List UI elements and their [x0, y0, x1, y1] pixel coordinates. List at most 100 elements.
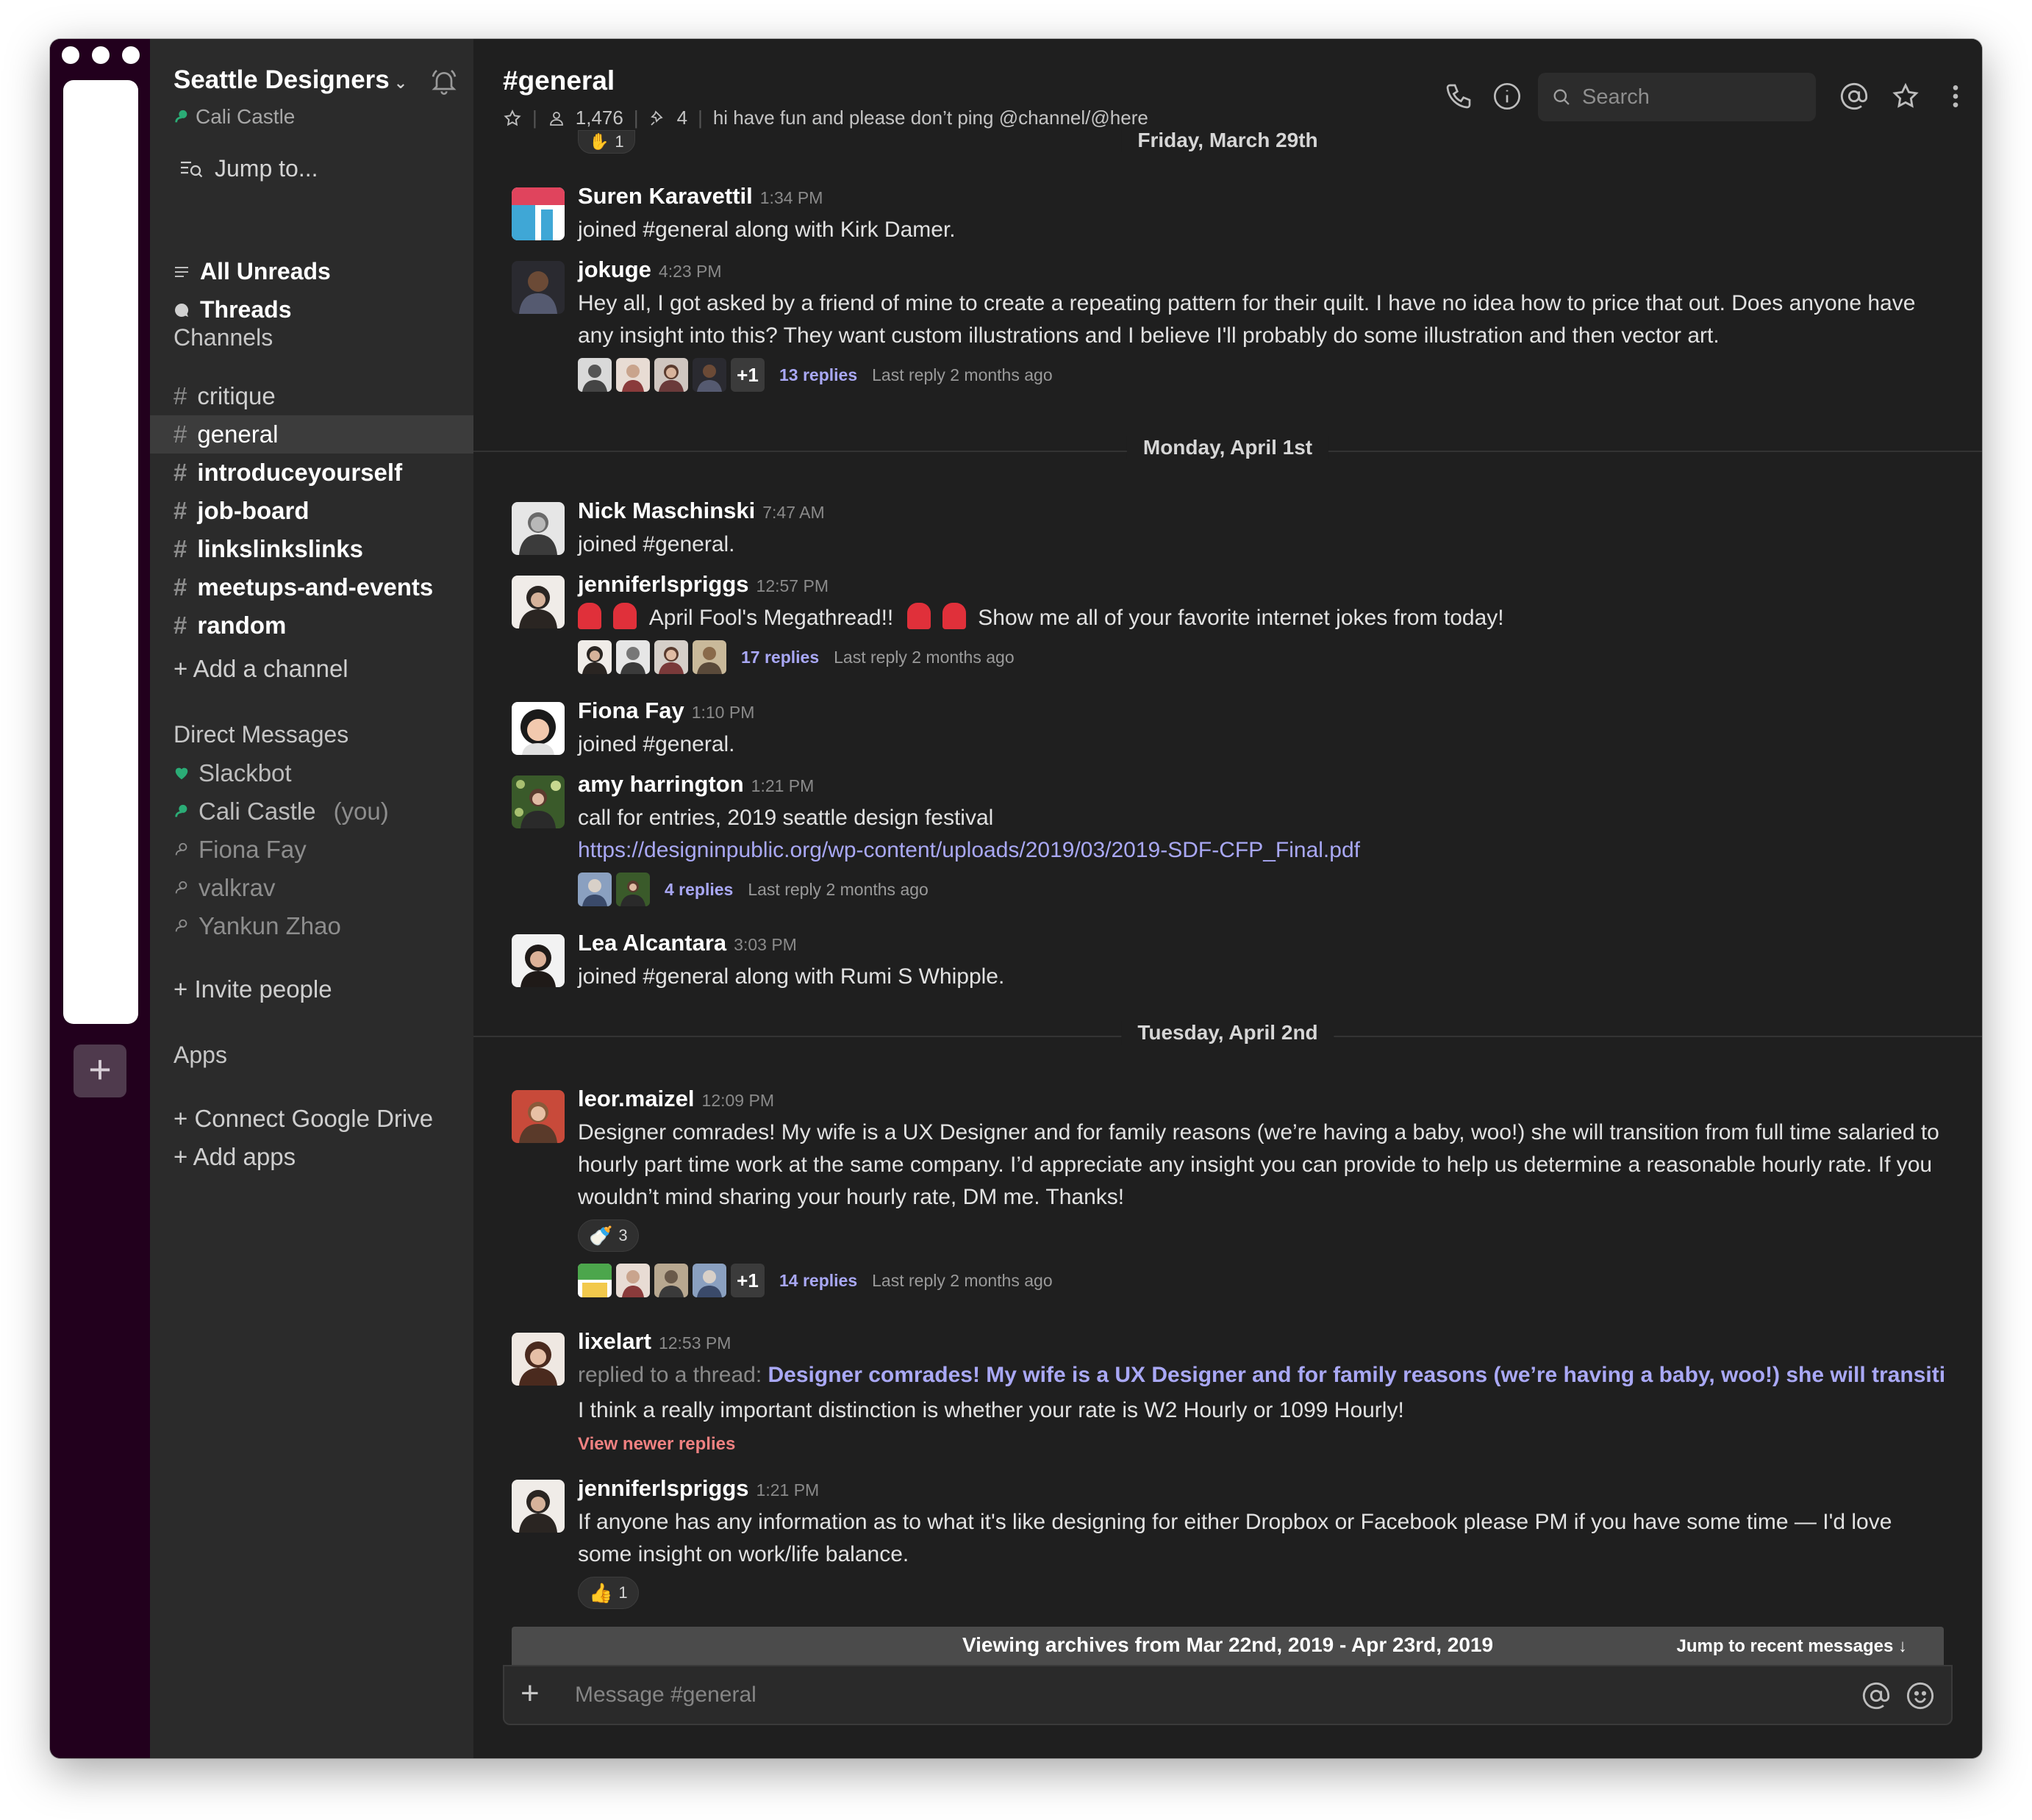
threads-item[interactable]: Threads [173, 296, 291, 323]
message-time[interactable]: 4:23 PM [659, 262, 722, 281]
thread-summary[interactable]: +1 13 replies Last reply 2 months ago [578, 357, 1944, 393]
siren-icon [906, 603, 931, 629]
search-placeholder: Search [1582, 85, 1650, 109]
pinned-count[interactable]: 4 [677, 107, 687, 129]
message-author[interactable]: Fiona Fay [578, 698, 684, 723]
thread-summary[interactable]: +1 14 replies Last reply 2 months ago [578, 1262, 1944, 1299]
star-icon[interactable] [503, 109, 522, 128]
info-icon[interactable] [1492, 82, 1522, 111]
phone-icon[interactable] [1444, 82, 1473, 111]
message-author[interactable]: amy harrington [578, 771, 744, 797]
direct-messages-header[interactable]: Direct Messages [173, 721, 348, 748]
more-options-icon[interactable] [1941, 82, 1970, 111]
reply-avatar [693, 358, 726, 392]
attach-plus-icon[interactable]: + [520, 1675, 540, 1712]
message-link[interactable]: https://designinpublic.org/wp-content/up… [578, 834, 1944, 867]
reply-avatar [578, 1264, 612, 1297]
message-time[interactable]: 1:21 PM [756, 1480, 820, 1500]
minimize-window-button[interactable] [92, 46, 110, 64]
message-text: joined #general along with Rumi S Whippl… [578, 964, 1005, 989]
thread-reference-link[interactable]: Designer comrades! My wife is a UX Desig… [768, 1363, 1944, 1387]
sidebar-channel-meetups-and-events[interactable]: # meetups-and-events [150, 568, 473, 606]
starred-items-icon[interactable] [1891, 82, 1920, 111]
reply-count-link[interactable]: 13 replies [779, 359, 857, 391]
message-time[interactable]: 12:09 PM [702, 1091, 774, 1110]
maximize-window-button[interactable] [122, 46, 140, 64]
connect-google-drive-link[interactable]: + Connect Google Drive [173, 1105, 433, 1133]
channels-header[interactable]: Channels [173, 324, 273, 351]
thread-summary[interactable]: 4 replies Last reply 2 months ago [578, 871, 1944, 908]
message-author[interactable]: jokuge [578, 257, 651, 282]
archive-banner: Viewing archives from Mar 22nd, 2019 - A… [512, 1627, 1944, 1665]
reply-count-link[interactable]: 14 replies [779, 1264, 857, 1297]
emoji-icon[interactable] [1906, 1681, 1935, 1710]
close-window-button[interactable] [62, 46, 79, 64]
sidebar-channel-linkslinkslinks[interactable]: # linkslinkslinks [150, 530, 473, 568]
team-tile[interactable] [63, 80, 138, 1024]
add-workspace-button[interactable]: + [74, 1045, 126, 1097]
reaction-chip[interactable]: 🍼 3 [578, 1219, 639, 1252]
avatar[interactable] [512, 261, 565, 314]
message-author[interactable]: jenniferlspriggs [578, 1475, 749, 1501]
message-time[interactable]: 12:57 PM [756, 576, 829, 595]
avatar[interactable] [512, 1333, 565, 1386]
reaction-chip[interactable]: 👍 1 [578, 1577, 639, 1609]
apps-header[interactable]: Apps [173, 1042, 227, 1069]
sidebar-channel-general[interactable]: # general [150, 415, 473, 454]
invite-people-link[interactable]: + Invite people [173, 975, 332, 1003]
avatar[interactable] [512, 1090, 565, 1143]
notification-bell-icon[interactable] [429, 67, 459, 96]
message-composer[interactable]: + Message #general [503, 1665, 1953, 1725]
sidebar-dm-fiona-fay[interactable]: Fiona Fay [173, 836, 307, 864]
message-time[interactable]: 3:03 PM [734, 935, 797, 954]
message-author[interactable]: Nick Maschinski [578, 498, 755, 523]
avatar[interactable] [512, 576, 565, 628]
message-time[interactable]: 1:34 PM [760, 188, 823, 207]
channel-title[interactable]: #general [503, 65, 615, 96]
current-user[interactable]: Cali Castle [173, 105, 295, 129]
sidebar-dm-cali-castle[interactable]: Cali Castle (you) [173, 798, 389, 825]
avatar[interactable] [512, 187, 565, 240]
sidebar-channel-job-board[interactable]: # job-board [150, 492, 473, 530]
reply-count-link[interactable]: 17 replies [741, 641, 819, 673]
message-body: Suren Karavettil 1:34 PM joined #general … [578, 180, 1944, 246]
message-author[interactable]: leor.maizel [578, 1086, 695, 1111]
thread-summary[interactable]: 17 replies Last reply 2 months ago [578, 639, 1944, 676]
jump-to-recent-button[interactable]: Jump to recent messages ↓ [1677, 1636, 1907, 1657]
message-body: amy harrington 1:21 PM call for entries, … [578, 768, 1944, 908]
message-author[interactable]: Suren Karavettil [578, 183, 753, 209]
add-apps-link[interactable]: + Add apps [173, 1143, 296, 1171]
mention-icon[interactable] [1861, 1681, 1891, 1710]
message-author[interactable]: jenniferlspriggs [578, 571, 749, 597]
sidebar-channel-critique[interactable]: # critique [150, 377, 473, 415]
sidebar-channel-introduceyourself[interactable]: # introduceyourself [150, 454, 473, 492]
sidebar-dm-slackbot[interactable]: Slackbot [173, 759, 292, 787]
sidebar-channel-random[interactable]: # random [150, 606, 473, 645]
message-time[interactable]: 12:53 PM [659, 1333, 731, 1353]
search-input[interactable]: Search [1538, 73, 1816, 121]
reply-count-link[interactable]: 4 replies [665, 873, 733, 906]
message-author[interactable]: lixelart [578, 1328, 651, 1354]
avatar[interactable] [512, 1480, 565, 1533]
jump-to-button[interactable]: Jump to... [179, 155, 318, 182]
reaction-count: 3 [618, 1226, 628, 1244]
avatar[interactable] [512, 934, 565, 987]
message-time[interactable]: 1:10 PM [692, 703, 755, 722]
message-author[interactable]: Lea Alcantara [578, 930, 726, 956]
add-channel-link[interactable]: + Add a channel [173, 655, 348, 683]
message-time[interactable]: 1:21 PM [751, 776, 815, 795]
message-time[interactable]: 7:47 AM [762, 503, 824, 522]
avatar[interactable] [512, 702, 565, 755]
avatar[interactable] [512, 502, 565, 555]
all-unreads-item[interactable]: All Unreads [173, 258, 331, 285]
sidebar-dm-yankun-zhao[interactable]: Yankun Zhao [173, 912, 341, 940]
channel-topic[interactable]: hi have fun and please don’t ping @chann… [713, 107, 1148, 129]
avatar[interactable] [512, 775, 565, 828]
sidebar-dm-valkrav[interactable]: valkrav [173, 874, 276, 902]
view-newer-replies-link[interactable]: View newer replies [578, 1428, 1944, 1461]
mentions-icon[interactable] [1839, 82, 1869, 111]
workspace-menu[interactable]: Seattle Designers ⌄ [173, 65, 407, 95]
member-count[interactable]: 1,476 [576, 107, 623, 129]
message-input-placeholder[interactable]: Message #general [575, 1683, 756, 1708]
more-repliers-badge: +1 [731, 1264, 765, 1297]
